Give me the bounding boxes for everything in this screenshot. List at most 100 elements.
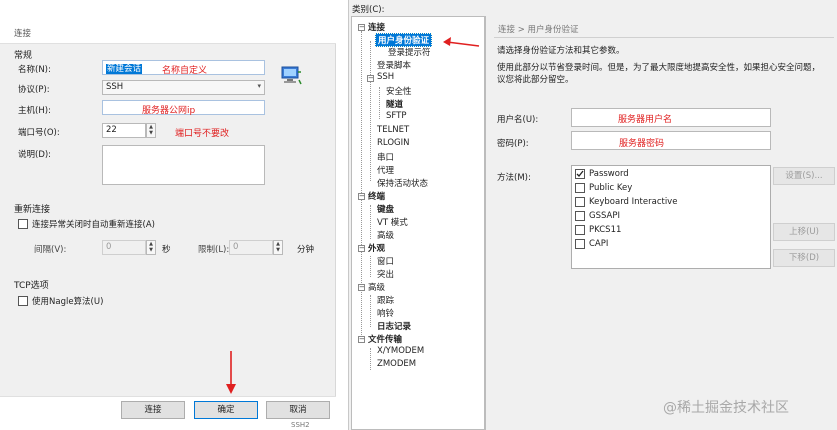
tree-item-advanced[interactable]: 高级 — [377, 229, 394, 241]
interval-label: 间隔(V): — [34, 245, 67, 255]
panel-header — [0, 0, 336, 44]
collapse-appearance-icon[interactable]: − — [358, 245, 365, 252]
tree-item-log[interactable]: 日志记录 — [377, 320, 411, 332]
port-input[interactable]: 22 — [102, 123, 146, 138]
tree-guide-line — [370, 41, 371, 181]
method-checkbox[interactable] — [575, 183, 585, 193]
method-checkbox-checked[interactable] — [575, 169, 585, 179]
limit-input[interactable]: 0 — [229, 240, 273, 255]
tree-item-login-script[interactable]: 登录脚本 — [377, 59, 411, 71]
tcp-section-title: TCP选项 — [14, 281, 49, 291]
annotation-arrow-down — [222, 350, 238, 396]
spin-down-icon[interactable]: ▼ — [274, 247, 282, 253]
limit-label: 限制(L): — [198, 245, 230, 255]
interval-input[interactable]: 0 — [102, 240, 146, 255]
tree-item-bell[interactable]: 响铃 — [377, 307, 394, 319]
port-annotation: 端口号不要改 — [175, 129, 230, 139]
method-checkbox[interactable] — [575, 239, 585, 249]
method-item-password[interactable]: Password — [575, 169, 629, 179]
tree-guide-line — [370, 348, 371, 370]
tree-item-security[interactable]: 安全性 — [386, 85, 412, 97]
tree-item-zmodem[interactable]: ZMODEM — [377, 359, 416, 369]
tree-item-highlight[interactable]: 突出 — [377, 268, 394, 280]
tree-item-file-transfer[interactable]: 文件传输 — [368, 333, 402, 345]
method-item-label: Keyboard Interactive — [589, 197, 678, 207]
collapse-terminal-icon[interactable]: − — [358, 193, 365, 200]
port-spinner[interactable]: ▲ ▼ — [146, 123, 156, 138]
interval-spinner[interactable]: ▲ ▼ — [146, 240, 156, 255]
method-checkbox[interactable] — [575, 211, 585, 221]
protocol-label: 协议(P): — [18, 85, 50, 95]
settings-button[interactable]: 设置(S)... — [773, 167, 835, 185]
tree-item-window[interactable]: 窗口 — [377, 255, 394, 267]
tree-item-sftp[interactable]: SFTP — [386, 111, 406, 121]
method-checkbox[interactable] — [575, 225, 585, 235]
tree-item-vt-mode[interactable]: VT 模式 — [377, 216, 408, 228]
ok-button[interactable]: 确定 — [194, 401, 258, 419]
tree-guide-line — [370, 295, 371, 327]
collapse-file-transfer-icon[interactable]: − — [358, 336, 365, 343]
annotation-arrow-left — [441, 36, 481, 52]
tree-item-keepalive[interactable]: 保持活动状态 — [377, 177, 428, 189]
method-checkbox[interactable] — [575, 197, 585, 207]
breadcrumb: 连接 > 用户身份验证 — [498, 25, 579, 35]
tree-item-appearance[interactable]: 外观 — [368, 242, 385, 254]
limit-spinner[interactable]: ▲ ▼ — [273, 240, 283, 255]
method-item-public-key[interactable]: Public Key — [575, 183, 632, 193]
panel-title: 连接 — [14, 29, 32, 39]
password-input[interactable] — [571, 131, 771, 150]
tree-item-login-prompt[interactable]: 登录提示符 — [388, 46, 431, 58]
description-textarea[interactable] — [102, 145, 265, 185]
cancel-button[interactable]: 取消 — [266, 401, 330, 419]
method-item-label: Password — [589, 169, 629, 179]
reconnect-checkbox-row[interactable]: 连接异常关闭时自动重新连接(A) — [18, 218, 155, 230]
tree-item-user-auth[interactable]: 用户身份验证 — [375, 33, 433, 47]
auth-description-line1: 请选择身份验证方法和其它参数。 — [497, 46, 625, 56]
move-up-button[interactable]: 上移(U) — [773, 223, 835, 241]
host-label: 主机(H): — [18, 106, 51, 116]
general-section-title: 常规 — [14, 51, 33, 61]
tree-item-terminal[interactable]: 终端 — [368, 190, 385, 202]
method-item-label: PKCS11 — [589, 225, 622, 235]
footer-fragment-text: SSH2 — [291, 421, 310, 429]
collapse-connection-icon[interactable]: − — [358, 24, 365, 31]
tree-item-telnet[interactable]: TELNET — [377, 125, 409, 135]
spin-down-icon[interactable]: ▼ — [147, 130, 155, 136]
protocol-select-value: SSH — [106, 82, 124, 92]
tree-item-rlogin[interactable]: RLOGIN — [377, 138, 409, 148]
auth-description-line2: 使用此部分以节省登录时间。但是，为了最大限度地提高安全性，如果担心安全问题， — [497, 63, 821, 73]
nagle-checkbox-row[interactable]: 使用Nagle算法(U) — [18, 295, 103, 307]
method-item-capi[interactable]: CAPI — [575, 239, 608, 249]
session-properties-panel: 连接 常规 名称(N): 新建会话 名称自定义 协议(P): SSH ▾ 主机(… — [0, 0, 336, 430]
category-tree[interactable]: − 连接 用户身份验证 登录提示符 登录脚本 − SSH 安全性 隧道 SFTP… — [351, 16, 485, 430]
method-item-pkcs11[interactable]: PKCS11 — [575, 225, 621, 235]
collapse-ssh-icon[interactable]: − — [367, 75, 374, 82]
spin-down-icon[interactable]: ▼ — [147, 247, 155, 253]
tree-item-proxy[interactable]: 代理 — [377, 164, 394, 176]
name-annotation: 名称自定义 — [162, 66, 208, 76]
name-label: 名称(N): — [18, 65, 51, 75]
method-list[interactable]: Password Public Key Keyboard Interactive… — [571, 165, 771, 269]
method-item-gssapi[interactable]: GSSAPI — [575, 211, 620, 221]
tree-item-tunnel[interactable]: 隧道 — [386, 98, 403, 110]
method-label: 方法(M): — [497, 173, 531, 183]
tree-guide-line — [361, 31, 362, 343]
connect-button[interactable]: 连接 — [121, 401, 185, 419]
tree-item-connection[interactable]: 连接 — [368, 21, 385, 33]
tree-item-ssh[interactable]: SSH — [377, 72, 394, 82]
tree-item-serial[interactable]: 串口 — [377, 151, 394, 163]
chevron-down-icon: ▾ — [257, 82, 261, 90]
protocol-select[interactable]: SSH ▾ — [102, 80, 265, 95]
nagle-checkbox[interactable] — [18, 296, 28, 306]
reconnect-section-title: 重新连接 — [14, 205, 51, 215]
tree-item-advanced-group[interactable]: 高级 — [368, 281, 385, 293]
tree-item-trace[interactable]: 跟踪 — [377, 294, 394, 306]
tree-item-xymodem[interactable]: X/YMODEM — [377, 346, 424, 356]
tree-item-keyboard[interactable]: 键盘 — [377, 203, 394, 215]
reconnect-checkbox[interactable] — [18, 219, 28, 229]
interval-unit: 秒 — [162, 245, 171, 255]
auth-description-line3: 议您将此部分留空。 — [497, 75, 574, 85]
collapse-advanced-icon[interactable]: − — [358, 284, 365, 291]
method-item-keyboard-interactive[interactable]: Keyboard Interactive — [575, 197, 677, 207]
move-down-button[interactable]: 下移(D) — [773, 249, 835, 267]
